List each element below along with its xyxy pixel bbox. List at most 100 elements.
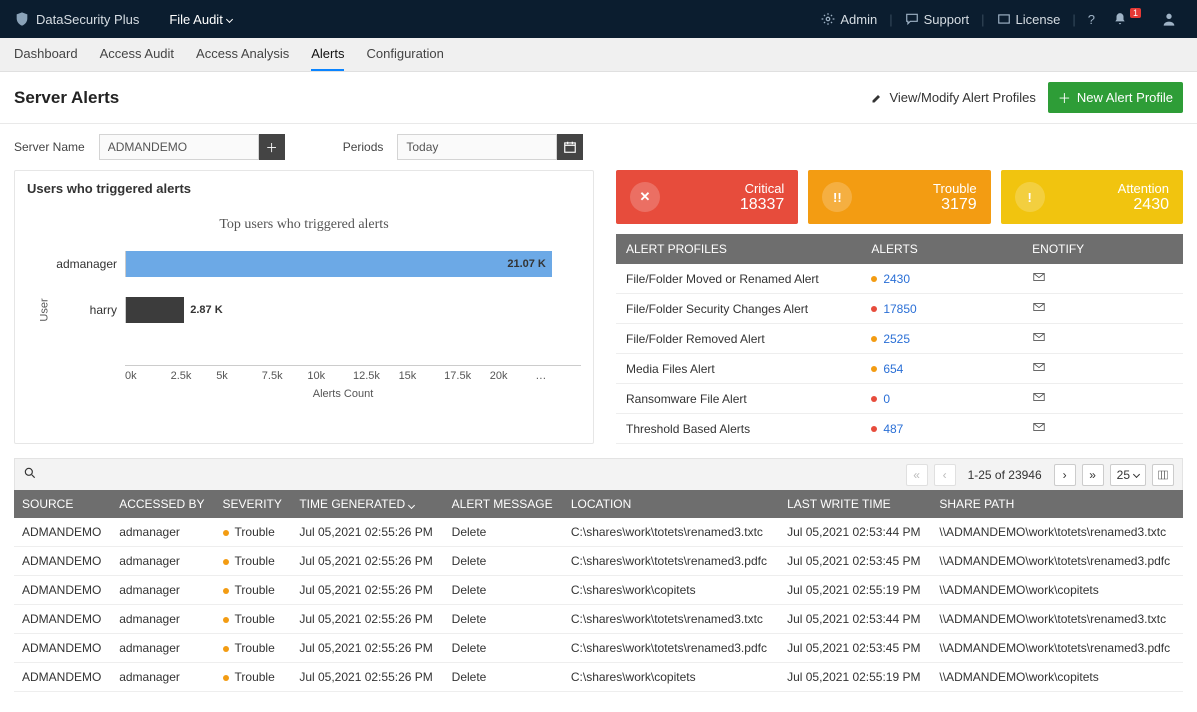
stat-card-attention[interactable]: !Attention2430 xyxy=(1001,170,1183,224)
product-name: DataSecurity Plus xyxy=(36,12,139,27)
profile-row[interactable]: File/Folder Removed Alert2525 xyxy=(616,324,1183,354)
new-alert-profile-button[interactable]: ＋ New Alert Profile xyxy=(1048,82,1183,113)
cell: \\ADMANDEMO\work\totets\renamed3.txtc xyxy=(931,518,1183,547)
profile-name: File/Folder Security Changes Alert xyxy=(616,302,861,316)
table-row[interactable]: ADMANDEMOadmanagerTroubleJul 05,2021 02:… xyxy=(14,605,1183,634)
cell: Jul 05,2021 02:55:19 PM xyxy=(779,576,931,605)
tab-alerts[interactable]: Alerts xyxy=(311,38,344,71)
col-alerts: ALERTS xyxy=(861,242,1022,256)
enotify-button[interactable] xyxy=(1022,360,1183,377)
profile-count[interactable]: 17850 xyxy=(861,302,1022,316)
table-row[interactable]: ADMANDEMOadmanagerTroubleJul 05,2021 02:… xyxy=(14,663,1183,692)
page-last-button[interactable]: » xyxy=(1082,464,1104,486)
help-button[interactable]: ? xyxy=(1082,12,1101,27)
col-last-write-time[interactable]: LAST WRITE TIME xyxy=(779,490,931,518)
profile-count[interactable]: 654 xyxy=(861,362,1022,376)
enotify-button[interactable] xyxy=(1022,300,1183,317)
admin-label: Admin xyxy=(840,12,877,27)
profile-count[interactable]: 2525 xyxy=(861,332,1022,346)
chart-title: Top users who triggered alerts xyxy=(27,217,581,233)
enotify-button[interactable] xyxy=(1022,390,1183,407)
stat-card-trouble[interactable]: !!Trouble3179 xyxy=(808,170,990,224)
col-location[interactable]: LOCATION xyxy=(563,490,779,518)
x-tick: 5k xyxy=(216,370,262,382)
stat-label: Critical xyxy=(740,181,785,196)
cell: Delete xyxy=(444,547,563,576)
col-accessed-by[interactable]: ACCESSED BY xyxy=(111,490,214,518)
stat-value: 18337 xyxy=(740,196,785,214)
profile-row[interactable]: File/Folder Moved or Renamed Alert2430 xyxy=(616,264,1183,294)
cell: Jul 05,2021 02:55:26 PM xyxy=(291,576,443,605)
tab-dashboard[interactable]: Dashboard xyxy=(14,38,78,71)
x-tick: 17.5k xyxy=(444,370,490,382)
notification-button[interactable]: 1 xyxy=(1107,12,1149,26)
page-prev-button[interactable]: ‹ xyxy=(934,464,956,486)
columns-button[interactable] xyxy=(1152,464,1174,486)
chevron-down-icon xyxy=(226,15,233,22)
x-tick: 10k xyxy=(307,370,353,382)
period-input[interactable] xyxy=(397,134,557,160)
x-axis: 0k2.5k5k7.5k10k12.5k15k17.5k20k… xyxy=(125,365,581,382)
page-first-button[interactable]: « xyxy=(906,464,928,486)
profile-row[interactable]: File/Folder Security Changes Alert17850 xyxy=(616,294,1183,324)
profile-row[interactable]: Threshold Based Alerts487 xyxy=(616,414,1183,444)
calendar-icon xyxy=(563,140,577,154)
cell: ADMANDEMO xyxy=(14,576,111,605)
topbar: DataSecurity Plus File Audit Admin | Sup… xyxy=(0,0,1197,38)
table-row[interactable]: ADMANDEMOadmanagerTroubleJul 05,2021 02:… xyxy=(14,518,1183,547)
col-share-path[interactable]: SHARE PATH xyxy=(931,490,1183,518)
gear-icon xyxy=(821,12,835,26)
page-size-select[interactable]: 25 xyxy=(1110,464,1146,486)
support-link[interactable]: Support xyxy=(899,12,976,27)
tab-access-analysis[interactable]: Access Analysis xyxy=(196,38,289,71)
search-icon[interactable] xyxy=(23,466,37,483)
calendar-button[interactable] xyxy=(557,134,583,160)
col-time-generated[interactable]: TIME GENERATED xyxy=(291,490,443,518)
profile-row[interactable]: Ransomware File Alert0 xyxy=(616,384,1183,414)
admin-link[interactable]: Admin xyxy=(815,12,883,27)
cell: Delete xyxy=(444,605,563,634)
cell: Jul 05,2021 02:55:26 PM xyxy=(291,663,443,692)
profile-row[interactable]: Media Files Alert654 xyxy=(616,354,1183,384)
col-severity[interactable]: SEVERITY xyxy=(215,490,292,518)
tab-access-audit[interactable]: Access Audit xyxy=(100,38,174,71)
add-server-button[interactable]: ＋ xyxy=(259,134,285,160)
profile-count[interactable]: 0 xyxy=(861,392,1022,406)
cell: Trouble xyxy=(215,547,292,576)
table-row[interactable]: ADMANDEMOadmanagerTroubleJul 05,2021 02:… xyxy=(14,547,1183,576)
bar-label: harry xyxy=(47,303,125,317)
cell: \\ADMANDEMO\work\totets\renamed3.pdfc xyxy=(931,547,1183,576)
cell: C:\shares\work\copitets xyxy=(563,576,779,605)
cell: ADMANDEMO xyxy=(14,518,111,547)
cell: Delete xyxy=(444,663,563,692)
module-selector[interactable]: File Audit xyxy=(169,12,231,27)
profile-count[interactable]: 487 xyxy=(861,422,1022,436)
stat-card-critical[interactable]: ✕Critical18337 xyxy=(616,170,798,224)
profile-count[interactable]: 2430 xyxy=(861,272,1022,286)
cell: Jul 05,2021 02:55:26 PM xyxy=(291,605,443,634)
cell: ADMANDEMO xyxy=(14,634,111,663)
view-modify-profiles-link[interactable]: View/Modify Alert Profiles xyxy=(871,90,1035,105)
page-next-button[interactable]: › xyxy=(1054,464,1076,486)
license-link[interactable]: License xyxy=(991,12,1067,27)
cell: admanager xyxy=(111,547,214,576)
col-source[interactable]: SOURCE xyxy=(14,490,111,518)
x-tick: … xyxy=(535,370,581,382)
enotify-button[interactable] xyxy=(1022,420,1183,437)
table-row[interactable]: ADMANDEMOadmanagerTroubleJul 05,2021 02:… xyxy=(14,634,1183,663)
col-alert-message[interactable]: ALERT MESSAGE xyxy=(444,490,563,518)
x-tick: 2.5k xyxy=(171,370,217,382)
cell: Trouble xyxy=(215,634,292,663)
server-name-input[interactable] xyxy=(99,134,259,160)
table-row[interactable]: ADMANDEMOadmanagerTroubleJul 05,2021 02:… xyxy=(14,576,1183,605)
profile-name: Ransomware File Alert xyxy=(616,392,861,406)
x-axis-label: Alerts Count xyxy=(105,388,581,400)
enotify-button[interactable] xyxy=(1022,270,1183,287)
profile-name: Media Files Alert xyxy=(616,362,861,376)
tab-configuration[interactable]: Configuration xyxy=(366,38,443,71)
enotify-button[interactable] xyxy=(1022,330,1183,347)
product-logo[interactable]: DataSecurity Plus xyxy=(14,11,139,27)
user-menu[interactable] xyxy=(1155,11,1183,27)
subnav: Dashboard Access Audit Access Analysis Aler… xyxy=(0,38,1197,72)
chart-bar: admanager21.07 K xyxy=(47,249,581,279)
